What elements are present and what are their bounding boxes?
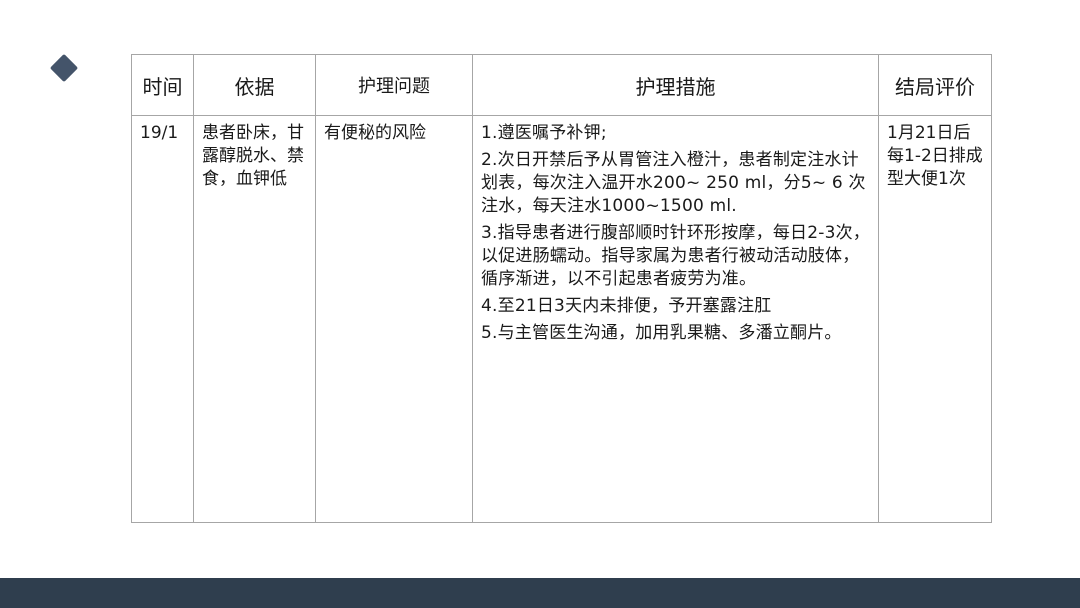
cell-evaluation: 1月21日后每1-2日排成型大便1次 — [878, 115, 992, 523]
cell-time: 19/1 — [131, 115, 194, 523]
measure-item: 5.与主管医生沟通，加用乳果糖、多潘立酮片。 — [481, 323, 842, 343]
nursing-care-table: 时间 依据 护理问题 护理措施 结局评价 19/1 患者卧床，甘露醇脱水、禁食，… — [131, 54, 992, 523]
header-basis: 依据 — [193, 54, 316, 116]
header-measures: 护理措施 — [472, 54, 879, 116]
cell-measures: 1.遵医嘱予补钾; 2.次日开禁后予从胃管注入橙汁，患者制定注水计划表，每次注入… — [472, 115, 879, 523]
measure-item: 2.次日开禁后予从胃管注入橙汁，患者制定注水计划表，每次注入温开水200~ 25… — [481, 150, 866, 216]
measure-item: 4.至21日3天内未排便，予开塞露注肛 — [481, 296, 772, 316]
measures-list: 1.遵医嘱予补钾; 2.次日开禁后予从胃管注入橙汁，患者制定注水计划表，每次注入… — [481, 122, 870, 345]
header-time: 时间 — [131, 54, 194, 116]
slide: 时间 依据 护理问题 护理措施 结局评价 19/1 患者卧床，甘露醇脱水、禁食，… — [0, 0, 1080, 608]
measure-item: 1.遵医嘱予补钾; — [481, 123, 607, 143]
footer-bar — [0, 578, 1080, 608]
cell-basis: 患者卧床，甘露醇脱水、禁食，血钾低 — [193, 115, 316, 523]
table-header-row: 时间 依据 护理问题 护理措施 结局评价 — [131, 54, 992, 116]
diamond-bullet-icon — [49, 53, 79, 83]
header-evaluation: 结局评价 — [878, 54, 992, 116]
measure-item: 3.指导患者进行腹部顺时针环形按摩，每日2-3次，以促进肠蠕动。指导家属为患者行… — [481, 223, 870, 289]
header-problem: 护理问题 — [315, 54, 473, 116]
table-row: 19/1 患者卧床，甘露醇脱水、禁食，血钾低 有便秘的风险 1.遵医嘱予补钾; … — [131, 115, 992, 523]
cell-problem: 有便秘的风险 — [315, 115, 473, 523]
